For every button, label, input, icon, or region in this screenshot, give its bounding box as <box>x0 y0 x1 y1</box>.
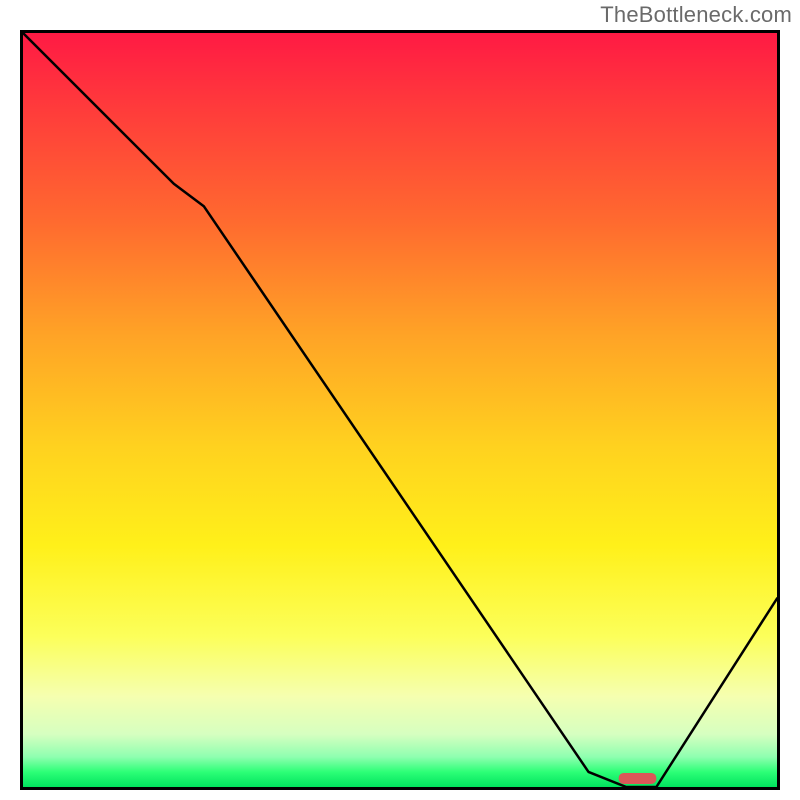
bottleneck-curve <box>23 33 777 787</box>
plot-frame <box>20 30 780 790</box>
plot-overlay <box>23 33 777 787</box>
optimal-marker <box>619 773 657 784</box>
chart-container: TheBottleneck.com <box>0 0 800 800</box>
watermark-text: TheBottleneck.com <box>600 2 792 28</box>
